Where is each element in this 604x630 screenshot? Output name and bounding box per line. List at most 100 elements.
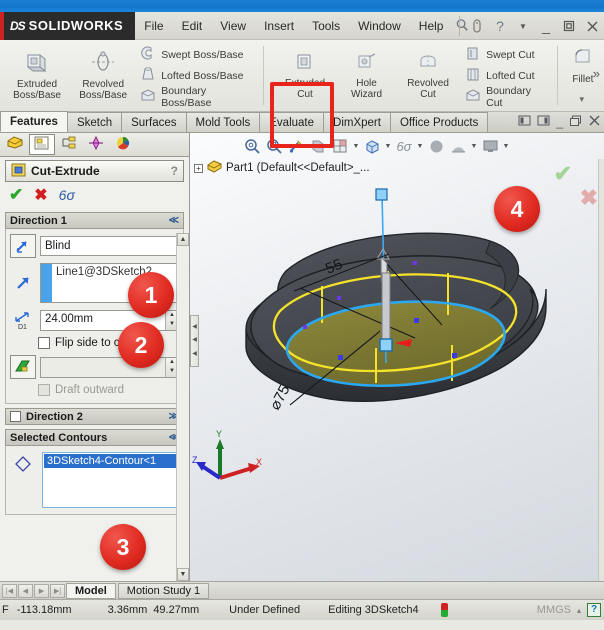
feature-tree-tab[interactable] xyxy=(2,134,28,155)
reverse-direction-icon[interactable] xyxy=(10,263,36,303)
revolved-cut-label-1: Revolved xyxy=(407,77,449,89)
restore-button[interactable] xyxy=(559,16,579,36)
display-manager-tab[interactable] xyxy=(110,134,136,155)
ribbon-divider-2 xyxy=(556,46,558,105)
callout-1-number: 1 xyxy=(144,281,158,308)
tab-features[interactable]: Features xyxy=(0,111,68,132)
preview-glasses-icon[interactable]: 6σ xyxy=(59,187,75,203)
swept-cut-button[interactable]: Swept Cut xyxy=(465,44,549,65)
tab-model[interactable]: Model xyxy=(66,582,116,599)
page-title: Cut-Extrude xyxy=(31,164,100,178)
units-label[interactable]: MMGS xyxy=(537,604,571,616)
lofted-cut-button[interactable]: Lofted Cut xyxy=(465,65,549,86)
pin-right-icon[interactable] xyxy=(537,114,550,130)
configuration-manager-tab[interactable] xyxy=(56,134,82,155)
nav-next-button[interactable]: ▶ xyxy=(34,583,49,598)
doc-minimize-icon[interactable]: _ xyxy=(556,115,563,129)
lofted-boss-base-button[interactable]: Lofted Boss/Base xyxy=(140,65,255,86)
selected-contours-list[interactable]: 3DSketch4-Contour<1 xyxy=(42,452,179,508)
tab-sketch[interactable]: Sketch xyxy=(66,112,123,132)
menu-tools[interactable]: Tools xyxy=(303,12,349,40)
menu-bar: DS SOLIDWORKS File Edit View Insert Tool… xyxy=(0,11,604,40)
menu-file[interactable]: File xyxy=(135,12,172,40)
tab-mold-tools[interactable]: Mold Tools xyxy=(185,112,261,132)
graphics-area[interactable]: ▼ ▼ 6σ ▼ ▼ ▼ + Part1 (Default<<Default>_… xyxy=(190,133,604,581)
help-icon[interactable]: ? xyxy=(171,164,178,178)
scroll-up-arrow[interactable]: ▲ xyxy=(177,233,189,246)
direction-arrow-icon[interactable] xyxy=(10,234,36,258)
lofted-boss-icon xyxy=(140,66,156,85)
tab-motion-study[interactable]: Motion Study 1 xyxy=(117,582,210,599)
printer-icon[interactable] xyxy=(467,16,487,36)
hole-wizard-button[interactable]: Hole Wizard xyxy=(338,40,395,111)
revolved-cut-button[interactable]: Revolved Cut xyxy=(395,40,461,111)
doc-restore-icon[interactable] xyxy=(569,114,582,130)
coordinate-triad: Y X Z xyxy=(192,429,262,480)
dimxpert-manager-tab[interactable] xyxy=(83,134,109,155)
extruded-cut-button[interactable]: Extruded Cut xyxy=(272,40,338,111)
callout-badge-4: 4 xyxy=(494,186,540,232)
pin-left-icon[interactable] xyxy=(518,114,531,130)
status-help-icon[interactable]: ? xyxy=(587,603,601,617)
chevron-down-icon[interactable]: ▼ xyxy=(513,16,533,36)
draft-outward-checkbox xyxy=(38,384,50,396)
selected-contours-header-label: Selected Contours xyxy=(10,431,108,444)
end-condition-row: Blind xyxy=(10,234,179,258)
list-item[interactable]: 3DSketch4-Contour<1 xyxy=(44,454,177,468)
menu-help[interactable]: Help xyxy=(410,12,453,40)
direction2-header-label: Direction 2 xyxy=(26,410,83,423)
close-button[interactable] xyxy=(582,16,602,36)
nav-prev-button[interactable]: ◀ xyxy=(18,583,33,598)
direction2-checkbox[interactable] xyxy=(10,411,21,422)
direction2-header[interactable]: Direction 2 ≫ xyxy=(5,408,184,425)
tab-evaluate[interactable]: Evaluate xyxy=(259,112,325,132)
draft-angle-icon[interactable] xyxy=(10,355,36,379)
menu-window[interactable]: Window xyxy=(349,12,410,40)
display-manager-icon xyxy=(114,135,132,154)
help-icon[interactable]: ? xyxy=(490,16,510,36)
doc-close-icon[interactable] xyxy=(588,114,601,130)
extruded-boss-base-button[interactable]: Extruded Boss/Base xyxy=(4,40,70,111)
tab-dimxpert[interactable]: DimXpert xyxy=(323,112,391,132)
ok-button[interactable]: ✔ xyxy=(9,185,23,205)
property-manager-scrollbar[interactable]: ▲ ▼ xyxy=(176,233,189,581)
menu-edit[interactable]: Edit xyxy=(173,12,212,40)
hole-wizard-label-1: Hole xyxy=(356,77,377,89)
units-caret-icon[interactable]: ▴ xyxy=(577,606,581,615)
status-coord-x: -113.18mm xyxy=(16,604,72,616)
feature-tree-icon xyxy=(6,135,24,154)
swept-boss-base-button[interactable]: Swept Boss/Base xyxy=(140,44,255,65)
window-controls: ? ▼ _ xyxy=(455,12,602,40)
menu-insert[interactable]: Insert xyxy=(255,12,303,40)
extruded-cut-label-1: Extruded xyxy=(285,77,326,89)
nav-last-button[interactable]: ▶| xyxy=(50,583,65,598)
fillet-dropdown-caret-icon[interactable]: ▾ xyxy=(579,94,584,105)
boundary-boss-base-button[interactable]: Boundary Boss/Base xyxy=(140,85,255,109)
property-manager-tab[interactable] xyxy=(29,134,55,155)
extruded-cut-icon xyxy=(294,52,316,76)
3d-model-viewport[interactable]: 55 ⌀75 Y X Z xyxy=(190,133,604,581)
scroll-down-arrow[interactable]: ▼ xyxy=(177,568,189,581)
ribbon-overflow-icon[interactable]: » xyxy=(593,66,600,81)
callout-4-number: 4 xyxy=(510,195,524,222)
direction1-header-label: Direction 1 xyxy=(10,214,67,227)
tab-office-products[interactable]: Office Products xyxy=(389,112,489,132)
status-sketch-state: Under Defined xyxy=(229,604,301,616)
revolved-boss-base-button[interactable]: Revolved Boss/Base xyxy=(70,40,136,111)
nav-first-button[interactable]: |◀ xyxy=(2,583,17,598)
cancel-button[interactable]: ✖ xyxy=(34,185,47,205)
direction1-header[interactable]: Direction 1 ≪ xyxy=(5,212,184,229)
chevron-up-icon[interactable]: ≪ xyxy=(169,215,179,226)
menu-view[interactable]: View xyxy=(211,12,255,40)
graphics-right-scroll-area[interactable] xyxy=(598,159,604,581)
selected-contours-header[interactable]: Selected Contours ≪ xyxy=(5,429,184,446)
swept-cut-label: Swept Cut xyxy=(486,48,535,61)
end-condition-select[interactable]: Blind xyxy=(40,236,179,256)
boundary-cut-button[interactable]: Boundary Cut xyxy=(465,85,549,109)
lofted-cut-icon xyxy=(465,67,481,85)
flip-side-to-cut-checkbox[interactable] xyxy=(38,337,50,349)
tab-surfaces[interactable]: Surfaces xyxy=(121,112,187,132)
svg-text:Y: Y xyxy=(216,429,222,439)
minimize-button[interactable]: _ xyxy=(536,16,556,36)
selection-color-bar xyxy=(41,264,52,302)
